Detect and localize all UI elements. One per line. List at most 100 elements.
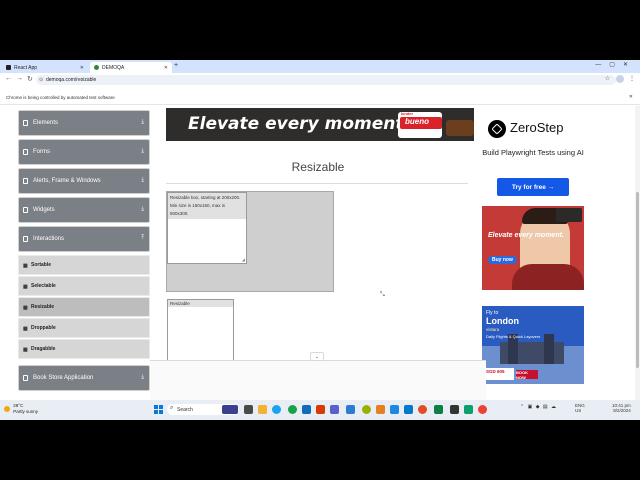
sidebar-item-resizable[interactable]: ▦ Resizable: [18, 297, 150, 317]
resize-cursor-icon: ⤡: [380, 292, 385, 298]
app-icon[interactable]: [288, 405, 297, 414]
chevron-down-icon[interactable]: ⌄: [310, 352, 324, 361]
ad-brand-badge: [556, 208, 582, 222]
tab-label: DEMOQA: [102, 64, 125, 71]
page-title: Resizable: [291, 160, 345, 174]
new-tab-icon[interactable]: +: [174, 62, 178, 69]
clock-date: 8/2/2024: [613, 408, 631, 413]
search-placeholder: Search: [177, 406, 193, 413]
group-icon: [23, 207, 28, 213]
system-tray-icons[interactable]: ⌃ ▣ ◆ ▤ ☁: [520, 404, 557, 410]
taskbar-clock[interactable]: 10:41 pm 8/2/2024: [612, 403, 631, 413]
zerostep-ad[interactable]: ZeroStep Build Playwright Tests using AI…: [482, 108, 584, 203]
group-icon: [23, 178, 28, 184]
edge-icon[interactable]: [272, 405, 281, 414]
window-controls[interactable]: —▢✕: [595, 61, 636, 68]
sun-icon: [4, 406, 10, 412]
profile-avatar[interactable]: [616, 75, 624, 83]
item-label: Droppable: [31, 325, 56, 331]
sidebar: Elements ⤓ Forms ⤓ Alerts, Frame & Windo…: [18, 110, 150, 394]
address-bar[interactable]: ⊙ demoqa.com/resizable: [36, 75, 616, 85]
bookmark-star-icon[interactable]: ☆: [605, 75, 610, 82]
sidebar-group-elements[interactable]: Elements ⤓: [18, 110, 150, 136]
bueno-wordmark: bueno: [405, 117, 429, 126]
office-icon[interactable]: [316, 405, 325, 414]
ad-schedule: Daily Flights & Quick Layovers: [486, 334, 541, 339]
reload-icon[interactable]: ↻: [27, 75, 33, 83]
sidebar-group-forms[interactable]: Forms ⤓: [18, 139, 150, 165]
book-now-button[interactable]: BOOK NOW: [516, 370, 538, 380]
item-icon: ▦: [23, 347, 28, 353]
kinder-bueno-banner-ad[interactable]: Elevate every moment. kinder bueno: [166, 108, 474, 141]
sidebar-item-selectable[interactable]: ▦ Selectable: [18, 276, 150, 296]
group-icon: [23, 149, 28, 155]
item-icon: ▦: [23, 326, 28, 332]
weather-widget[interactable]: 28°C Partly sunny: [4, 403, 38, 415]
close-tab-icon[interactable]: ✕: [80, 65, 84, 71]
sidebar-group-interactions[interactable]: Interactions ⤒: [18, 226, 150, 252]
weather-temp: 28°C: [13, 403, 24, 408]
sidebar-group-widgets[interactable]: Widgets ⤓: [18, 197, 150, 223]
ad-airline: vistara: [486, 327, 500, 332]
scrollbar-thumb[interactable]: [636, 192, 639, 368]
store-icon[interactable]: [346, 405, 355, 414]
bottom-ad-panel: [150, 360, 486, 400]
close-tab-icon[interactable]: ✕: [164, 65, 168, 71]
kinder-bueno-side-ad[interactable]: Elevate every moment. Buy now: [482, 206, 584, 290]
group-label: Elements: [33, 120, 59, 126]
ad-price: SGD 605: [484, 368, 514, 380]
sidebar-item-droppable[interactable]: ▦ Droppable: [18, 318, 150, 338]
try-for-free-button[interactable]: Try for free →: [497, 178, 569, 196]
tab-react-app[interactable]: React App ✕: [2, 62, 88, 73]
teams-icon[interactable]: [330, 405, 339, 414]
zerostep-tagline: Build Playwright Tests using AI: [482, 148, 584, 157]
vistara-london-ad[interactable]: Fly to London vistara Daily Flights & Qu…: [482, 306, 584, 384]
kinder-wordmark: kinder: [401, 111, 414, 116]
group-icon: [23, 375, 28, 381]
app-icon[interactable]: [362, 405, 371, 414]
app-icon[interactable]: [464, 405, 473, 414]
group-icon: [23, 120, 28, 126]
ad-city: London: [486, 316, 519, 326]
tab-label: React App: [14, 64, 38, 71]
sidebar-group-book-store[interactable]: Book Store Application ⤓: [18, 365, 150, 391]
item-icon: ▦: [23, 305, 28, 311]
chocolate-bar-image: [446, 120, 474, 136]
page-scrollbar[interactable]: [635, 106, 640, 400]
language-indicator[interactable]: ENG US: [575, 403, 585, 413]
group-label: Alerts, Frame & Windows: [33, 178, 101, 184]
app-icon[interactable]: [434, 405, 443, 414]
sidebar-group-alerts[interactable]: Alerts, Frame & Windows ⤓: [18, 168, 150, 194]
chrome-icon[interactable]: [418, 405, 427, 414]
task-view-icon[interactable]: [244, 405, 253, 414]
item-label: Selectable: [31, 283, 56, 289]
buy-now-button[interactable]: Buy now: [488, 256, 517, 264]
sidebar-item-dragabble[interactable]: ▦ Dragabble: [18, 339, 150, 359]
widget-app-icon[interactable]: [222, 405, 238, 414]
windows-start-icon[interactable]: [154, 405, 163, 414]
forward-icon[interactable]: →: [16, 75, 23, 82]
sidebar-item-sortable[interactable]: ▦ Sortable: [18, 255, 150, 275]
banner-slogan: Elevate every moment.: [188, 114, 410, 134]
site-info-icon[interactable]: ⊙: [39, 77, 43, 83]
terminal-icon[interactable]: [450, 405, 459, 414]
group-label: Book Store Application: [33, 375, 94, 381]
outlook-icon[interactable]: [302, 405, 311, 414]
resize-handle-icon[interactable]: ◢: [242, 257, 245, 262]
close-infobar-icon[interactable]: ✕: [629, 94, 633, 100]
app-icon[interactable]: [376, 405, 385, 414]
react-favicon-icon: [6, 65, 11, 70]
demoqa-favicon-icon: [94, 65, 99, 70]
resizable-box-free[interactable]: Resizable ◢: [167, 299, 234, 369]
file-explorer-icon[interactable]: [258, 405, 267, 414]
item-icon: ▦: [23, 263, 28, 269]
bridge-tower-right: [544, 334, 554, 364]
vscode-icon[interactable]: [404, 405, 413, 414]
menu-kebab-icon[interactable]: ⋮: [629, 75, 635, 82]
back-icon[interactable]: ←: [5, 75, 12, 82]
tab-strip: React App ✕ DEMOQA ✕ + —▢✕: [0, 60, 640, 73]
resizable-box-with-restriction[interactable]: Resizable box, starting at 200x200. Min …: [167, 192, 247, 264]
tab-demoqa[interactable]: DEMOQA ✕: [90, 62, 172, 73]
chrome-icon[interactable]: [478, 405, 487, 414]
app-icon[interactable]: [390, 405, 399, 414]
